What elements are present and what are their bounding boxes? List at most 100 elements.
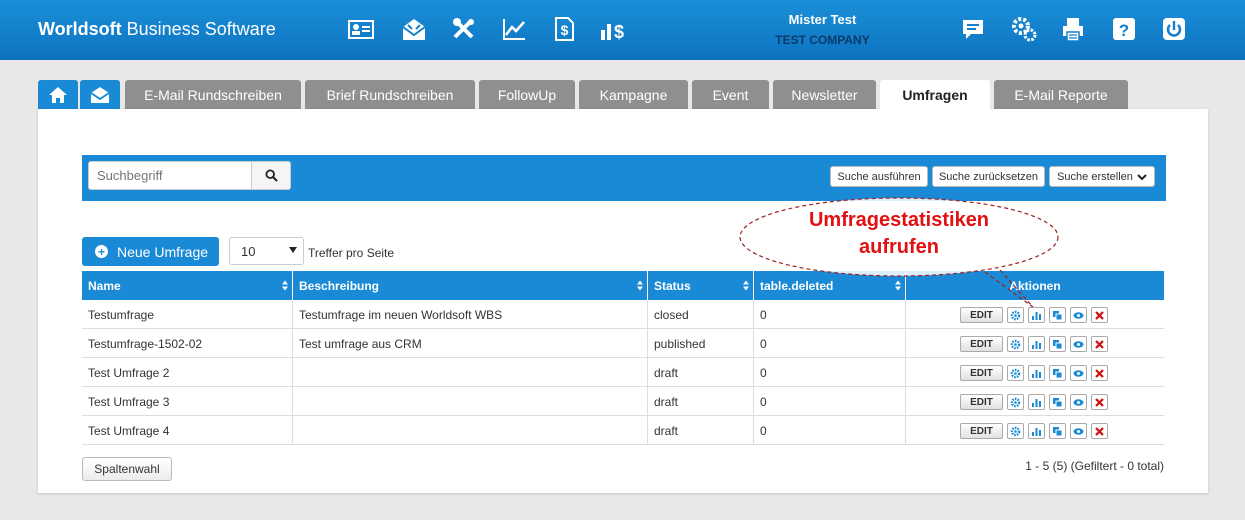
statistics-icon — [1031, 310, 1042, 321]
invoice-dollar-icon[interactable]: $ — [548, 14, 580, 44]
mail-broadcast-icon[interactable] — [398, 14, 430, 44]
statistics-button[interactable] — [1028, 336, 1045, 352]
power-icon[interactable] — [1158, 14, 1190, 44]
settings-button[interactable] — [1007, 365, 1024, 381]
cell-deleted: 0 — [754, 300, 906, 329]
cell-status: draft — [648, 358, 754, 387]
settings-icon — [1010, 368, 1021, 379]
copy-icon — [1052, 368, 1063, 379]
delete-button[interactable] — [1091, 307, 1108, 323]
copy-button[interactable] — [1049, 365, 1066, 381]
mail-tab[interactable] — [80, 80, 120, 110]
edit-button[interactable]: EDIT — [960, 423, 1003, 439]
execute-search-button[interactable]: Suche ausführen — [830, 166, 928, 187]
sort-icon — [743, 280, 749, 291]
tab-newsletter[interactable]: Newsletter — [773, 80, 876, 110]
chevron-down-icon — [1137, 173, 1147, 180]
search-input[interactable] — [88, 161, 252, 190]
callout-text: Umfragestatistiken aufrufen — [738, 207, 1060, 261]
edit-button[interactable]: EDIT — [960, 336, 1003, 352]
copy-button[interactable] — [1049, 423, 1066, 439]
column-header-label: Aktionen — [1009, 278, 1061, 293]
copy-icon — [1052, 339, 1063, 350]
reset-search-button[interactable]: Suche zurücksetzen — [932, 166, 1045, 187]
new-survey-label: Neue Umfrage — [117, 243, 209, 260]
contact-card-icon[interactable] — [345, 14, 377, 44]
delete-button[interactable] — [1091, 336, 1108, 352]
column-select-button[interactable]: Spaltenwahl — [82, 457, 172, 481]
preview-button[interactable] — [1070, 423, 1087, 439]
edit-button[interactable]: EDIT — [960, 307, 1003, 323]
settings-gears-icon[interactable] — [1008, 14, 1040, 44]
preview-button[interactable] — [1070, 394, 1087, 410]
user-name: Mister Test — [788, 12, 857, 27]
settings-button[interactable] — [1007, 336, 1024, 352]
delete-button[interactable] — [1091, 423, 1108, 439]
tools-icon[interactable] — [448, 14, 480, 44]
home-tab[interactable] — [38, 80, 78, 110]
column-header-label: table.deleted — [760, 278, 834, 293]
tab-kampagne[interactable]: Kampagne — [579, 80, 688, 110]
table-row[interactable]: Testumfrage Testumfrage im neuen Worldsof… — [82, 300, 1164, 329]
new-survey-button[interactable]: + Neue Umfrage — [82, 237, 219, 266]
per-page-select[interactable]: 10 — [229, 237, 304, 265]
chart-line-icon[interactable] — [498, 14, 530, 44]
tab-email-reporte[interactable]: E-Mail Reporte — [994, 80, 1128, 110]
settings-button[interactable] — [1007, 423, 1024, 439]
delete-icon — [1094, 426, 1105, 437]
svg-text:$: $ — [614, 22, 624, 42]
table-row[interactable]: Testumfrage-1502-02 Test umfrage aus CRM p… — [82, 329, 1164, 358]
edit-button[interactable]: EDIT — [960, 394, 1003, 410]
statistics-button[interactable] — [1028, 307, 1045, 323]
row-actions: EDIT — [960, 423, 1112, 439]
preview-button[interactable] — [1070, 365, 1087, 381]
per-page-label: Treffer pro Seite — [308, 246, 395, 260]
preview-button[interactable] — [1070, 307, 1087, 323]
cell-description — [293, 358, 648, 387]
settings-icon — [1010, 426, 1021, 437]
statistics-button[interactable] — [1028, 365, 1045, 381]
preview-icon — [1073, 339, 1084, 350]
search-button[interactable] — [251, 161, 291, 190]
copy-button[interactable] — [1049, 336, 1066, 352]
edit-button[interactable]: EDIT — [960, 365, 1003, 381]
copy-icon — [1052, 426, 1063, 437]
tab-umfragen[interactable]: Umfragen — [880, 80, 990, 110]
tab-brief-rundschreiben[interactable]: Brief Rundschreiben — [305, 80, 475, 110]
delete-button[interactable] — [1091, 365, 1108, 381]
chat-icon[interactable] — [957, 14, 989, 44]
tab-email-rundschreiben[interactable]: E-Mail Rundschreiben — [125, 80, 301, 110]
copy-button[interactable] — [1049, 307, 1066, 323]
table-row[interactable]: Test Umfrage 2 draft 0 EDIT — [82, 358, 1164, 387]
cell-name: Test Umfrage 4 — [82, 416, 293, 445]
column-header-name[interactable]: Name — [82, 271, 293, 300]
settings-icon — [1010, 339, 1021, 350]
column-header-description[interactable]: Beschreibung — [293, 271, 648, 300]
statistics-button[interactable] — [1028, 394, 1045, 410]
table-row[interactable]: Test Umfrage 4 draft 0 EDIT — [82, 416, 1164, 445]
copy-button[interactable] — [1049, 394, 1066, 410]
preview-button[interactable] — [1070, 336, 1087, 352]
cell-deleted: 0 — [754, 358, 906, 387]
settings-button[interactable] — [1007, 307, 1024, 323]
delete-button[interactable] — [1091, 394, 1108, 410]
plus-circle-icon: + — [95, 245, 108, 258]
create-search-button[interactable]: Suche erstellen — [1049, 166, 1155, 187]
statistics-button[interactable] — [1028, 423, 1045, 439]
cell-description: Test umfrage aus CRM — [293, 329, 648, 358]
cell-status: draft — [648, 387, 754, 416]
cell-name: Test Umfrage 2 — [82, 358, 293, 387]
tab-followup[interactable]: FollowUp — [479, 80, 575, 110]
brand-logo[interactable]: Worldsoft Business Software — [38, 19, 276, 40]
settings-icon — [1010, 397, 1021, 408]
cell-deleted: 0 — [754, 387, 906, 416]
bar-dollar-icon[interactable]: $ — [597, 14, 629, 44]
delete-icon — [1094, 310, 1105, 321]
cell-deleted: 0 — [754, 329, 906, 358]
pager-info: 1 - 5 (5) (Gefiltert - 0 total) — [1025, 459, 1164, 473]
print-icon[interactable] — [1058, 14, 1090, 44]
settings-button[interactable] — [1007, 394, 1024, 410]
help-icon[interactable]: ? — [1108, 14, 1140, 44]
tab-event[interactable]: Event — [692, 80, 769, 110]
table-row[interactable]: Test Umfrage 3 draft 0 EDIT — [82, 387, 1164, 416]
